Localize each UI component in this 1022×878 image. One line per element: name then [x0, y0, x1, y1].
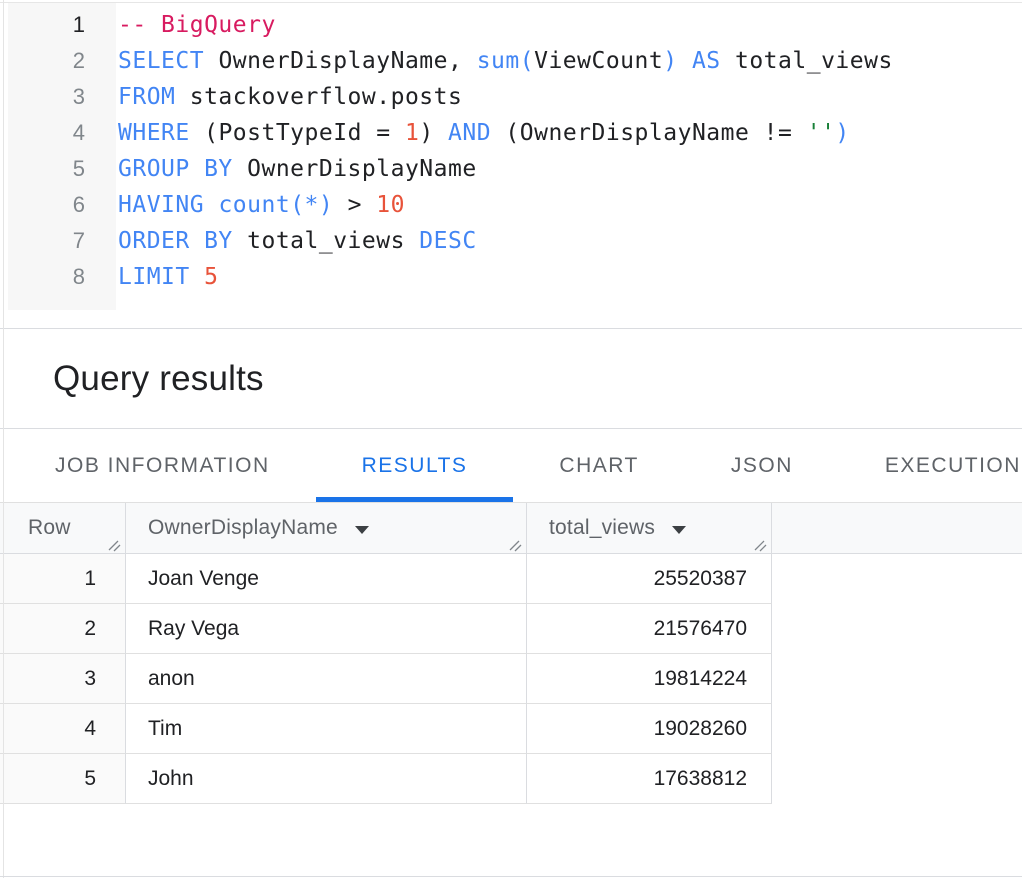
code-text: GROUP BY OwnerDisplayName: [85, 151, 477, 187]
total-views-cell: 19814224: [527, 654, 772, 704]
filler-cell: [772, 554, 1022, 604]
filler-cell: [772, 704, 1022, 754]
total-views-cell: 21576470: [527, 604, 772, 654]
left-panel-divider: [3, 0, 4, 878]
column-resize-handle-icon[interactable]: [106, 535, 122, 551]
bottom-divider: [0, 876, 1022, 877]
owner-display-name-cell: Joan Venge: [126, 554, 527, 604]
code-text: -- BigQuery: [85, 7, 276, 43]
filler-cell: [772, 654, 1022, 704]
code-text: WHERE (PostTypeId = 1) AND (OwnerDisplay…: [85, 115, 850, 151]
results-tabs-bar: JOB INFORMATIONRESULTSCHARTJSONEXECUTION…: [0, 429, 1022, 502]
code-line[interactable]: 6HAVING count(*) > 10: [8, 187, 1022, 223]
code-line[interactable]: 8LIMIT 5: [8, 259, 1022, 295]
tab-execution-details[interactable]: EXECUTION DETAILS: [839, 429, 1022, 502]
code-text: SELECT OwnerDisplayName, sum(ViewCount) …: [85, 43, 893, 79]
line-number: 6: [8, 187, 85, 223]
code-line[interactable]: 7ORDER BY total_views DESC: [8, 223, 1022, 259]
column-resize-handle-icon[interactable]: [507, 535, 523, 551]
code-text: ORDER BY total_views DESC: [85, 223, 477, 259]
table-row: 2Ray Vega21576470: [0, 604, 1022, 654]
code-line[interactable]: 5GROUP BY OwnerDisplayName: [8, 151, 1022, 187]
row-number-cell: 5: [0, 754, 126, 804]
column-header-total_views[interactable]: total_views: [527, 503, 772, 553]
column-header-label: OwnerDisplayName: [148, 516, 338, 540]
owner-display-name-cell: anon: [126, 654, 527, 704]
line-number: 4: [8, 115, 85, 151]
column-header-label: Row: [28, 516, 71, 540]
query-results-title: Query results: [53, 359, 264, 399]
column-resize-handle-icon[interactable]: [752, 535, 768, 551]
line-number: 2: [8, 43, 85, 79]
row-number-cell: 4: [0, 704, 126, 754]
line-number: 5: [8, 151, 85, 187]
table-row: 4Tim19028260: [0, 704, 1022, 754]
owner-display-name-cell: John: [126, 754, 527, 804]
column-header-filler: [772, 503, 1022, 553]
tab-results[interactable]: RESULTS: [316, 429, 514, 502]
table-row: 5John17638812: [0, 754, 1022, 804]
table-row: 1Joan Venge25520387: [0, 554, 1022, 604]
sort-dropdown-icon[interactable]: [355, 526, 369, 534]
tab-job-information[interactable]: JOB INFORMATION: [9, 429, 316, 502]
query-results-header: Query results: [0, 329, 1022, 429]
owner-display-name-cell: Tim: [126, 704, 527, 754]
total-views-cell: 17638812: [527, 754, 772, 804]
table-row: 3anon19814224: [0, 654, 1022, 704]
line-number: 1: [8, 7, 85, 43]
bigquery-results-pane: 1-- BigQuery2SELECT OwnerDisplayName, su…: [0, 0, 1022, 878]
column-header-ownerdisplayname[interactable]: OwnerDisplayName: [126, 503, 527, 553]
code-line[interactable]: 4WHERE (PostTypeId = 1) AND (OwnerDispla…: [8, 115, 1022, 151]
line-number: 8: [8, 259, 85, 295]
owner-display-name-cell: Ray Vega: [126, 604, 527, 654]
code-lines: 1-- BigQuery2SELECT OwnerDisplayName, su…: [8, 7, 1022, 295]
row-number-cell: 1: [0, 554, 126, 604]
code-line[interactable]: 3FROM stackoverflow.posts: [8, 79, 1022, 115]
code-text: FROM stackoverflow.posts: [85, 79, 462, 115]
column-header-row[interactable]: Row: [0, 503, 126, 553]
filler-cell: [772, 604, 1022, 654]
filler-cell: [772, 754, 1022, 804]
sql-editor[interactable]: 1-- BigQuery2SELECT OwnerDisplayName, su…: [0, 2, 1022, 329]
column-header-label: total_views: [549, 516, 655, 540]
code-text: HAVING count(*) > 10: [85, 187, 405, 223]
code-line[interactable]: 2SELECT OwnerDisplayName, sum(ViewCount)…: [8, 43, 1022, 79]
row-number-cell: 2: [0, 604, 126, 654]
code-line[interactable]: 1-- BigQuery: [8, 7, 1022, 43]
sort-dropdown-icon[interactable]: [672, 526, 686, 534]
results-table: Row OwnerDisplayName total_views 1Joan Ven…: [0, 502, 1022, 804]
tab-json[interactable]: JSON: [685, 429, 839, 502]
tab-chart[interactable]: CHART: [513, 429, 684, 502]
table-header-row: Row OwnerDisplayName total_views: [0, 502, 1022, 554]
code-text: LIMIT 5: [85, 259, 218, 295]
table-body: 1Joan Venge255203872Ray Vega215764703ano…: [0, 554, 1022, 804]
line-number: 3: [8, 79, 85, 115]
line-number: 7: [8, 223, 85, 259]
row-number-cell: 3: [0, 654, 126, 704]
total-views-cell: 19028260: [527, 704, 772, 754]
total-views-cell: 25520387: [527, 554, 772, 604]
